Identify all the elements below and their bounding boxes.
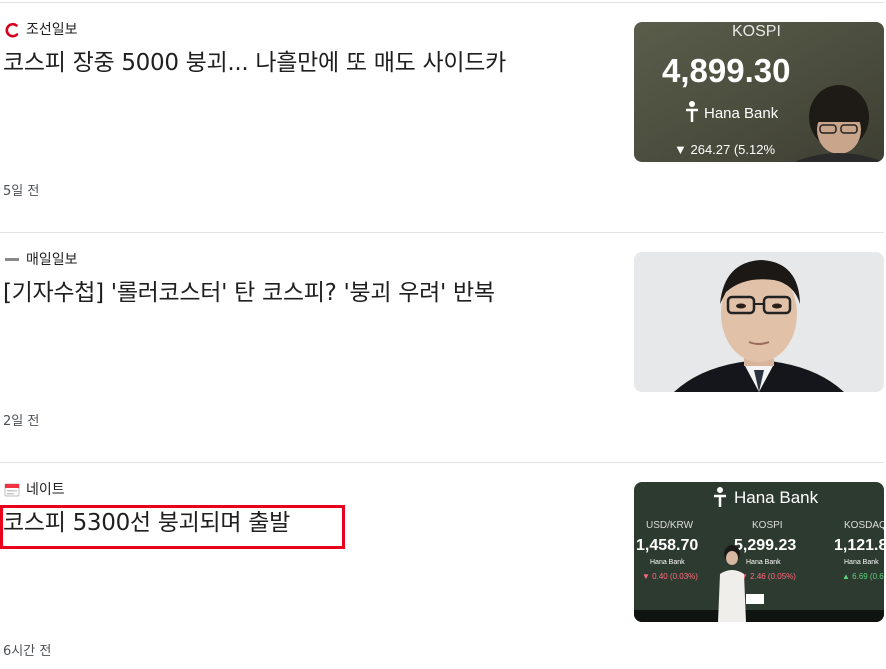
article-headline[interactable]: 코스피 장중 5000 붕괴... 나흘만에 또 매도 사이드카 [3,47,603,79]
news-article[interactable]: 조선일보 코스피 장중 5000 붕괴... 나흘만에 또 매도 사이드카 5일… [0,2,886,232]
maeil-logo-icon [4,252,20,268]
board-label: KOSDAQ [844,520,884,531]
highlight-annotation-box [0,505,345,549]
svg-text:Hana Bank: Hana Bank [844,559,879,566]
svg-text:Hana Bank: Hana Bank [746,559,781,566]
article-source[interactable]: 네이트 [4,480,65,500]
news-article[interactable]: 네이트 코스피 5300선 붕괴되며 출발 6시간 전 Hana Bank US… [0,462,886,669]
source-name: 매일일보 [26,252,78,268]
board-change: ▼ 0.40 (0.03%) [642,572,698,581]
board-value: 1,458.70 [636,537,698,554]
board-value: 1,121.8 [834,537,884,554]
source-name: 조선일보 [26,22,78,38]
thumb-change: ▼ 264.27 (5.12% [674,142,775,157]
article-thumbnail[interactable] [634,252,884,392]
article-source[interactable]: 매일일보 [4,250,78,270]
news-feed: 조선일보 코스피 장중 5000 붕괴... 나흘만에 또 매도 사이드카 5일… [0,0,886,669]
source-name: 네이트 [26,482,65,498]
board-change: ▼ 2.46 (0.05%) [740,572,796,581]
svg-text:Hana Bank: Hana Bank [650,559,685,566]
chosun-logo-icon [4,22,20,38]
news-article[interactable]: 매일일보 [기자수첩] '롤러코스터' 탄 코스피? '붕괴 우려' 반복 2일… [0,232,886,462]
thumb-brand: Hana Bank [734,488,819,507]
thumb-brand: Hana Bank [704,105,779,122]
article-thumbnail[interactable]: Hana Bank USD/KRW 1,458.70 ▼ 0.40 (0.03%… [634,482,884,622]
board-change: ▲ 6.69 (0.60% [842,572,884,581]
article-source[interactable]: 조선일보 [4,20,78,40]
nate-news-icon [4,482,20,498]
article-time: 5일 전 [3,184,40,199]
article-time: 6시간 전 [3,644,52,659]
thumb-kospi-label: KOSPI [732,23,781,40]
article-thumbnail[interactable]: KOSPI 4,899.30 Hana Bank ▼ 264.27 (5.12% [634,22,884,162]
board-value: 5,299.23 [734,537,796,554]
article-headline[interactable]: [기자수첩] '롤러코스터' 탄 코스피? '붕괴 우려' 반복 [3,277,603,309]
article-time: 2일 전 [3,414,40,429]
board-label: USD/KRW [646,520,694,531]
board-label: KOSPI [752,520,783,531]
thumb-kospi-value: 4,899.30 [662,52,790,89]
